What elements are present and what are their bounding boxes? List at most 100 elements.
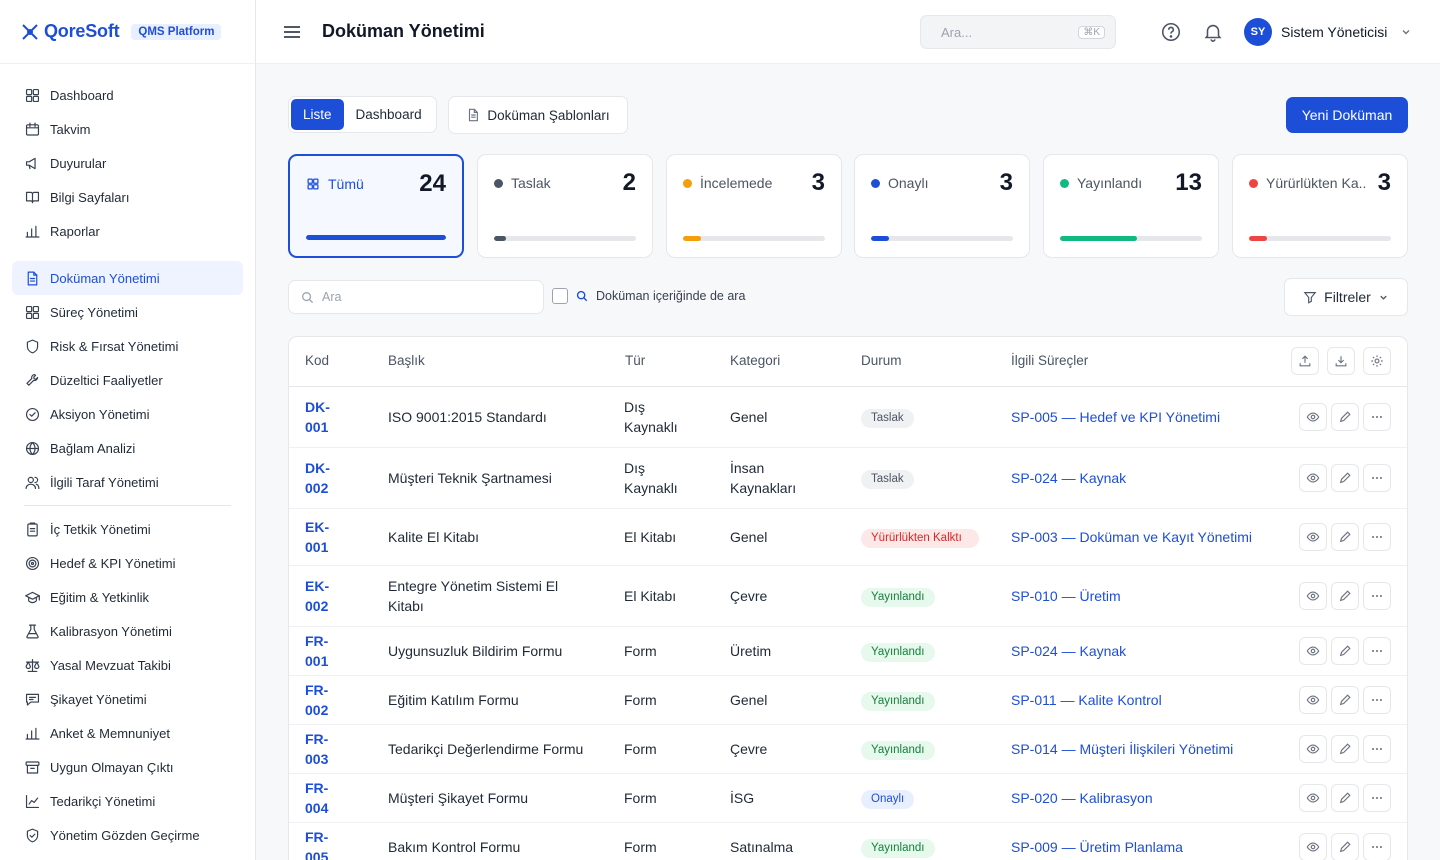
sidebar-item[interactable]: İç Tetkik Yönetimi [12, 512, 243, 546]
new-document-button[interactable]: Yeni Doküman [1286, 97, 1408, 133]
edit-button[interactable] [1331, 464, 1359, 492]
status-card[interactable]: Onaylı 3 [854, 154, 1030, 258]
edit-button[interactable] [1331, 582, 1359, 610]
related-process-link[interactable]: SP-003 — Doküman ve Kayıt Yönetimi [1011, 527, 1252, 547]
content-search-checkbox[interactable] [552, 288, 568, 304]
more-button[interactable] [1363, 464, 1391, 492]
table-settings-button[interactable] [1363, 347, 1391, 375]
table-row[interactable]: DK-001 ISO 9001:2015 Standardı Dış Kaynakl… [289, 387, 1407, 448]
related-process-link[interactable]: SP-014 — Müşteri İlişkileri Yönetimi [1011, 739, 1233, 759]
sidebar-item[interactable]: Anket & Memnuniyet [12, 716, 243, 750]
document-templates-button[interactable]: Doküman Şablonları [448, 96, 628, 134]
related-process-link[interactable]: SP-011 — Kalite Kontrol [1011, 690, 1162, 710]
column-ilgili-surecler[interactable]: İlgili Süreçler [1011, 353, 1088, 368]
more-button[interactable] [1363, 523, 1391, 551]
document-code-link[interactable]: FR-005 [305, 827, 349, 860]
document-code-link[interactable]: EK-001 [305, 517, 349, 557]
bell-icon[interactable] [1202, 21, 1224, 43]
more-button[interactable] [1363, 686, 1391, 714]
view-button[interactable] [1299, 833, 1327, 860]
view-button[interactable] [1299, 403, 1327, 431]
sidebar-item[interactable]: Yasal Mevzuat Takibi [12, 648, 243, 682]
related-process-link[interactable]: SP-005 — Hedef ve KPI Yönetimi [1011, 407, 1220, 427]
table-row[interactable]: EK-002 Entegre Yönetim Sistemi El Kitabı E… [289, 566, 1407, 627]
table-row[interactable]: FR-004 Müşteri Şikayet Formu Form İSG Onaylı… [289, 774, 1407, 823]
edit-button[interactable] [1331, 735, 1359, 763]
import-button[interactable] [1327, 347, 1355, 375]
sidebar-item[interactable]: Raporlar [12, 214, 243, 248]
table-row[interactable]: FR-002 Eğitim Katılım Formu Form Genel Yayın… [289, 676, 1407, 725]
related-process-link[interactable]: SP-010 — Üretim [1011, 586, 1121, 606]
more-button[interactable] [1363, 833, 1391, 860]
sidebar-item[interactable]: Bağlam Analizi [12, 431, 243, 465]
more-button[interactable] [1363, 735, 1391, 763]
document-code-link[interactable]: DK-001 [305, 397, 349, 437]
document-code-link[interactable]: DK-002 [305, 458, 349, 498]
sidebar-item[interactable]: İlgili Taraf Yönetimi [12, 465, 243, 499]
more-button[interactable] [1363, 582, 1391, 610]
sidebar-item[interactable]: Tedarikçi Yönetimi [12, 784, 243, 818]
sidebar-item[interactable]: Hedef & KPI Yönetimi [12, 546, 243, 580]
edit-button[interactable] [1331, 833, 1359, 860]
edit-button[interactable] [1331, 686, 1359, 714]
view-button[interactable] [1299, 735, 1327, 763]
sidebar-item[interactable]: Süreç Yönetimi [12, 295, 243, 329]
table-row[interactable]: FR-005 Bakım Kontrol Formu Form Satınalma Ya… [289, 823, 1407, 860]
column-kategori[interactable]: Kategori [730, 353, 780, 368]
help-icon[interactable] [1160, 21, 1182, 43]
document-code-link[interactable]: FR-003 [305, 729, 349, 769]
more-button[interactable] [1363, 784, 1391, 812]
related-process-link[interactable]: SP-009 — Üretim Planlama [1011, 837, 1183, 857]
sidebar-item[interactable]: Uygun Olmayan Çıktı [12, 750, 243, 784]
view-button[interactable] [1299, 582, 1327, 610]
export-button[interactable] [1291, 347, 1319, 375]
sidebar-item[interactable]: Dashboard [12, 78, 243, 112]
table-row[interactable]: EK-001 Kalite El Kitabı El Kitabı Genel Yürü… [289, 509, 1407, 566]
more-button[interactable] [1363, 403, 1391, 431]
document-search-input[interactable]: Ara [288, 280, 544, 314]
view-button[interactable] [1299, 523, 1327, 551]
tab-liste[interactable]: Liste [291, 99, 344, 130]
related-process-link[interactable]: SP-020 — Kalibrasyon [1011, 788, 1153, 808]
column-tur[interactable]: Tür [625, 353, 645, 368]
status-card[interactable]: Tümü 24 [288, 154, 464, 258]
content-search-toggle[interactable]: Doküman içeriğinde de ara [552, 288, 745, 304]
edit-button[interactable] [1331, 403, 1359, 431]
sidebar-item[interactable]: Takvim [12, 112, 243, 146]
document-code-link[interactable]: FR-002 [305, 680, 349, 720]
document-code-link[interactable]: FR-004 [305, 778, 349, 818]
edit-button[interactable] [1331, 784, 1359, 812]
related-process-link[interactable]: SP-024 — Kaynak [1011, 641, 1126, 661]
menu-icon[interactable] [282, 22, 302, 42]
table-row[interactable]: FR-001 Uygunsuzluk Bildirim Formu Form Üret… [289, 627, 1407, 676]
table-row[interactable]: FR-003 Tedarikçi Değerlendirme Formu Form Ç… [289, 725, 1407, 774]
column-durum[interactable]: Durum [861, 353, 902, 368]
status-card[interactable]: İncelemede 3 [666, 154, 842, 258]
view-button[interactable] [1299, 637, 1327, 665]
sidebar-item[interactable]: Bilgi Sayfaları [12, 180, 243, 214]
sidebar-item[interactable]: Yönetim Gözden Geçirme [12, 818, 243, 852]
status-card[interactable]: Yürürlükten Ka... 3 [1232, 154, 1408, 258]
sidebar-item[interactable]: Eğitim & Yetkinlik [12, 580, 243, 614]
more-button[interactable] [1363, 637, 1391, 665]
sidebar-item[interactable]: Duyurular [12, 146, 243, 180]
tab-dashboard[interactable]: Dashboard [344, 99, 434, 130]
document-code-link[interactable]: FR-001 [305, 631, 349, 671]
status-card[interactable]: Yayınlandı 13 [1043, 154, 1219, 258]
global-search-input[interactable]: Ara... ⌘K [920, 15, 1116, 49]
document-code-link[interactable]: EK-002 [305, 576, 349, 616]
edit-button[interactable] [1331, 637, 1359, 665]
sidebar-item[interactable]: Şikayet Yönetimi [12, 682, 243, 716]
edit-button[interactable] [1331, 523, 1359, 551]
related-process-link[interactable]: SP-024 — Kaynak [1011, 468, 1126, 488]
column-baslik[interactable]: Başlık [388, 353, 425, 368]
sidebar-item[interactable]: Doküman Yönetimi [12, 261, 243, 295]
logo[interactable]: QoreSoft [20, 21, 120, 42]
view-button[interactable] [1299, 464, 1327, 492]
sidebar-item[interactable]: Kalibrasyon Yönetimi [12, 614, 243, 648]
sidebar-item[interactable]: Düzeltici Faaliyetler [12, 363, 243, 397]
sidebar-item[interactable]: Aksiyon Yönetimi [12, 397, 243, 431]
status-card[interactable]: Taslak 2 [477, 154, 653, 258]
sidebar-item[interactable]: Risk & Fırsat Yönetimi [12, 329, 243, 363]
filters-button[interactable]: Filtreler [1284, 278, 1408, 316]
